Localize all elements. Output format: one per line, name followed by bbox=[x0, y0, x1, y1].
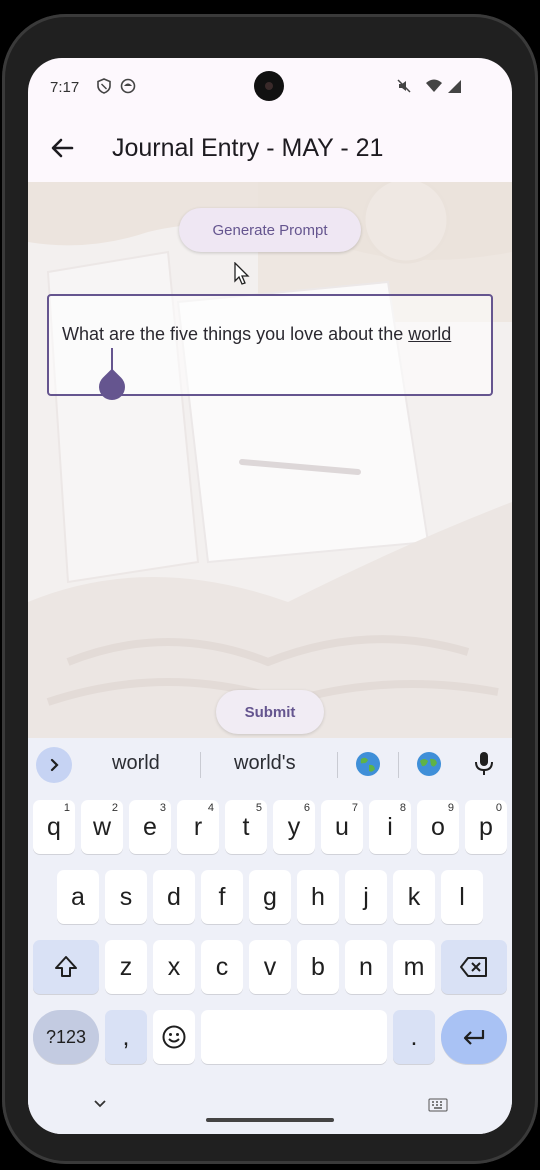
chevron-right-icon bbox=[50, 758, 59, 772]
period-key[interactable]: . bbox=[393, 1010, 435, 1064]
key-l[interactable]: l bbox=[441, 870, 483, 924]
suggestion-strip: world world's bbox=[28, 738, 512, 790]
background-image bbox=[28, 182, 512, 738]
page-title: Journal Entry - MAY - 21 bbox=[112, 134, 384, 162]
key-z[interactable]: z bbox=[105, 940, 147, 994]
navigation-bar bbox=[28, 1090, 512, 1134]
enter-icon bbox=[463, 1030, 485, 1045]
backspace-icon bbox=[460, 957, 487, 977]
phone-frame: 7:17 Journal Entry - MAY - 21 Generate P… bbox=[2, 14, 538, 1164]
emoji-icon bbox=[162, 1025, 186, 1049]
backspace-key[interactable] bbox=[441, 940, 507, 994]
globe-icon[interactable] bbox=[416, 751, 442, 777]
key-o[interactable]: o9 bbox=[417, 800, 459, 854]
key-u[interactable]: u7 bbox=[321, 800, 363, 854]
generate-prompt-button[interactable]: Generate Prompt bbox=[179, 208, 361, 252]
emoji-key[interactable] bbox=[153, 1010, 195, 1064]
prompt-text: What are the five things you love about … bbox=[62, 324, 404, 344]
suggestion-1[interactable]: world bbox=[112, 752, 160, 775]
key-v[interactable]: v bbox=[249, 940, 291, 994]
key-e[interactable]: e3 bbox=[129, 800, 171, 854]
key-r[interactable]: r4 bbox=[177, 800, 219, 854]
key-a[interactable]: a bbox=[57, 870, 99, 924]
shift-key[interactable] bbox=[33, 940, 99, 994]
signal-icon bbox=[448, 80, 461, 93]
key-x[interactable]: x bbox=[153, 940, 195, 994]
space-key[interactable] bbox=[201, 1010, 387, 1064]
key-h[interactable]: h bbox=[297, 870, 339, 924]
key-q[interactable]: q1 bbox=[33, 800, 75, 854]
shift-icon bbox=[55, 956, 77, 977]
key-k[interactable]: k bbox=[393, 870, 435, 924]
expand-toolbar-button[interactable] bbox=[36, 747, 72, 783]
keyboard-icon[interactable] bbox=[428, 1098, 448, 1112]
home-indicator[interactable] bbox=[206, 1118, 334, 1122]
submit-button[interactable]: Submit bbox=[216, 690, 324, 734]
comma-key[interactable]: , bbox=[105, 1010, 147, 1064]
key-m[interactable]: m bbox=[393, 940, 435, 994]
suggestion-divider bbox=[337, 752, 338, 778]
microphone-icon[interactable] bbox=[472, 750, 496, 778]
enter-key[interactable] bbox=[441, 1010, 507, 1064]
key-c[interactable]: c bbox=[201, 940, 243, 994]
chevron-down-icon[interactable] bbox=[92, 1098, 108, 1110]
wifi-icon bbox=[426, 79, 442, 92]
prompt-composing-word: world bbox=[408, 324, 452, 344]
suggestion-2[interactable]: world's bbox=[234, 752, 296, 775]
circle-app-icon bbox=[120, 78, 136, 94]
key-n[interactable]: n bbox=[345, 940, 387, 994]
key-y[interactable]: y6 bbox=[273, 800, 315, 854]
journal-text-content[interactable]: What are the five things you love about … bbox=[62, 320, 482, 348]
key-d[interactable]: d bbox=[153, 870, 195, 924]
key-g[interactable]: g bbox=[249, 870, 291, 924]
key-w[interactable]: w2 bbox=[81, 800, 123, 854]
symbols-key[interactable]: ?123 bbox=[33, 1010, 99, 1064]
key-j[interactable]: j bbox=[345, 870, 387, 924]
suggestion-divider bbox=[200, 752, 201, 778]
soft-keyboard: world world's q 1 w 2 e 3 r 4 t 5 y 6 u … bbox=[28, 738, 512, 1134]
key-i[interactable]: i8 bbox=[369, 800, 411, 854]
mouse-pointer-icon bbox=[234, 262, 250, 285]
status-bar: 7:17 bbox=[28, 58, 512, 116]
status-time: 7:17 bbox=[50, 79, 80, 96]
key-f[interactable]: f bbox=[201, 870, 243, 924]
globe-icon[interactable] bbox=[355, 751, 381, 777]
journal-content: Generate Prompt What are the five things… bbox=[28, 182, 512, 738]
mute-icon bbox=[397, 79, 411, 93]
app-bar: Journal Entry - MAY - 21 bbox=[28, 116, 512, 182]
shield-icon bbox=[97, 78, 111, 94]
suggestion-divider bbox=[398, 752, 399, 778]
key-t[interactable]: t5 bbox=[225, 800, 267, 854]
screen: 7:17 Journal Entry - MAY - 21 Generate P… bbox=[28, 58, 512, 1134]
journal-text-field[interactable]: What are the five things you love about … bbox=[47, 294, 493, 406]
key-p[interactable]: p0 bbox=[465, 800, 507, 854]
key-s[interactable]: s bbox=[105, 870, 147, 924]
front-camera bbox=[254, 71, 284, 101]
key-b[interactable]: b bbox=[297, 940, 339, 994]
back-arrow-icon[interactable] bbox=[44, 130, 80, 166]
